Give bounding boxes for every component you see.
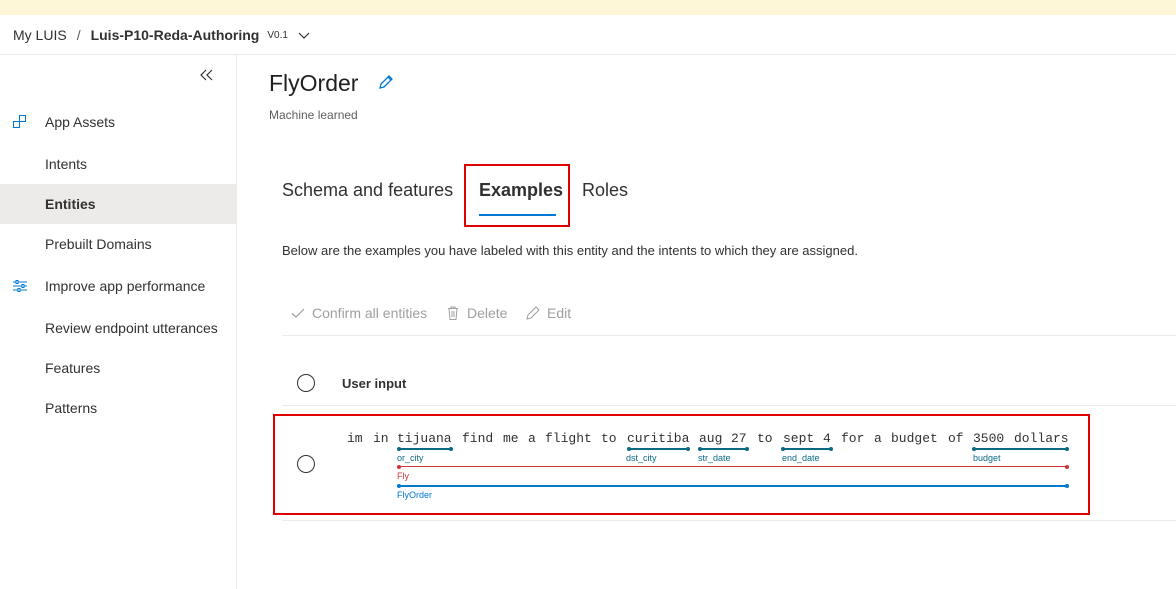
- sidebar-item-review-endpoint-utterances[interactable]: Review endpoint utterances: [0, 308, 236, 348]
- tab-schema-and-features[interactable]: Schema and features: [282, 180, 453, 201]
- breadcrumb-app-name[interactable]: Luis-P10-Reda-Authoring: [91, 27, 260, 43]
- sidebar-item-intents[interactable]: Intents: [0, 144, 236, 184]
- collapse-icon[interactable]: [197, 65, 217, 85]
- edit-name-icon[interactable]: [377, 73, 395, 91]
- sidebar-item-entities[interactable]: Entities: [0, 184, 236, 224]
- sidebar-item-label: Improve app performance: [45, 278, 206, 294]
- trash-icon: [448, 306, 458, 320]
- confirm-all-entities-button[interactable]: Confirm all entities: [290, 305, 427, 321]
- notification-banner: [0, 0, 1176, 15]
- sidebar-item-label: Prebuilt Domains: [45, 236, 152, 252]
- sidebar-item-label: Features: [45, 360, 101, 376]
- edit-label: Edit: [547, 305, 572, 321]
- sidebar-item-label: Patterns: [45, 400, 98, 416]
- chevron-down-icon[interactable]: [297, 28, 311, 42]
- sidebar-item-patterns[interactable]: Patterns: [0, 388, 236, 428]
- examples-toolbar: Confirm all entities Delete Edit: [282, 290, 1176, 336]
- breadcrumb-separator: /: [76, 26, 81, 43]
- app-assets-icon: [13, 115, 26, 128]
- select-all-radio[interactable]: [297, 374, 315, 392]
- table-header-row: User input: [282, 362, 1176, 406]
- tab-roles[interactable]: Roles: [582, 180, 628, 201]
- sidebar-item-label: Review endpoint utterances: [45, 320, 218, 336]
- page-title: FlyOrder: [269, 70, 359, 96]
- confirm-all-entities-label: Confirm all entities: [312, 305, 428, 321]
- delete-button[interactable]: Delete: [445, 305, 507, 321]
- pencil-icon: [526, 306, 540, 320]
- sliders-icon: [13, 280, 27, 292]
- tab-description: Below are the examples you have labeled …: [282, 243, 858, 258]
- sidebar-item-label: Intents: [45, 156, 88, 172]
- tab-highlight-box: [464, 164, 570, 227]
- delete-label: Delete: [467, 305, 508, 321]
- app-version: V0.1: [267, 30, 288, 41]
- breadcrumb-my-luis[interactable]: My LUIS: [13, 27, 67, 43]
- sidebar-item-features[interactable]: Features: [0, 348, 236, 388]
- sidebar-item-label: Entities: [45, 196, 96, 212]
- example-highlight-box: [273, 414, 1090, 515]
- sidebar: App Assets Intents Entities Prebuilt Dom…: [0, 55, 237, 589]
- sidebar-item-label: App Assets: [45, 114, 116, 130]
- entity-type: Machine learned: [269, 108, 358, 122]
- breadcrumb: My LUIS / Luis-P10-Reda-Authoring V0.1: [0, 15, 1176, 55]
- column-header-user-input: User input: [342, 376, 407, 391]
- checkmark-icon: [291, 308, 305, 318]
- sidebar-item-app-assets[interactable]: App Assets: [0, 102, 236, 142]
- edit-button[interactable]: Edit: [525, 305, 571, 321]
- sidebar-item-prebuilt-domains[interactable]: Prebuilt Domains: [0, 224, 236, 264]
- sidebar-item-improve-app-performance[interactable]: Improve app performance: [0, 266, 236, 306]
